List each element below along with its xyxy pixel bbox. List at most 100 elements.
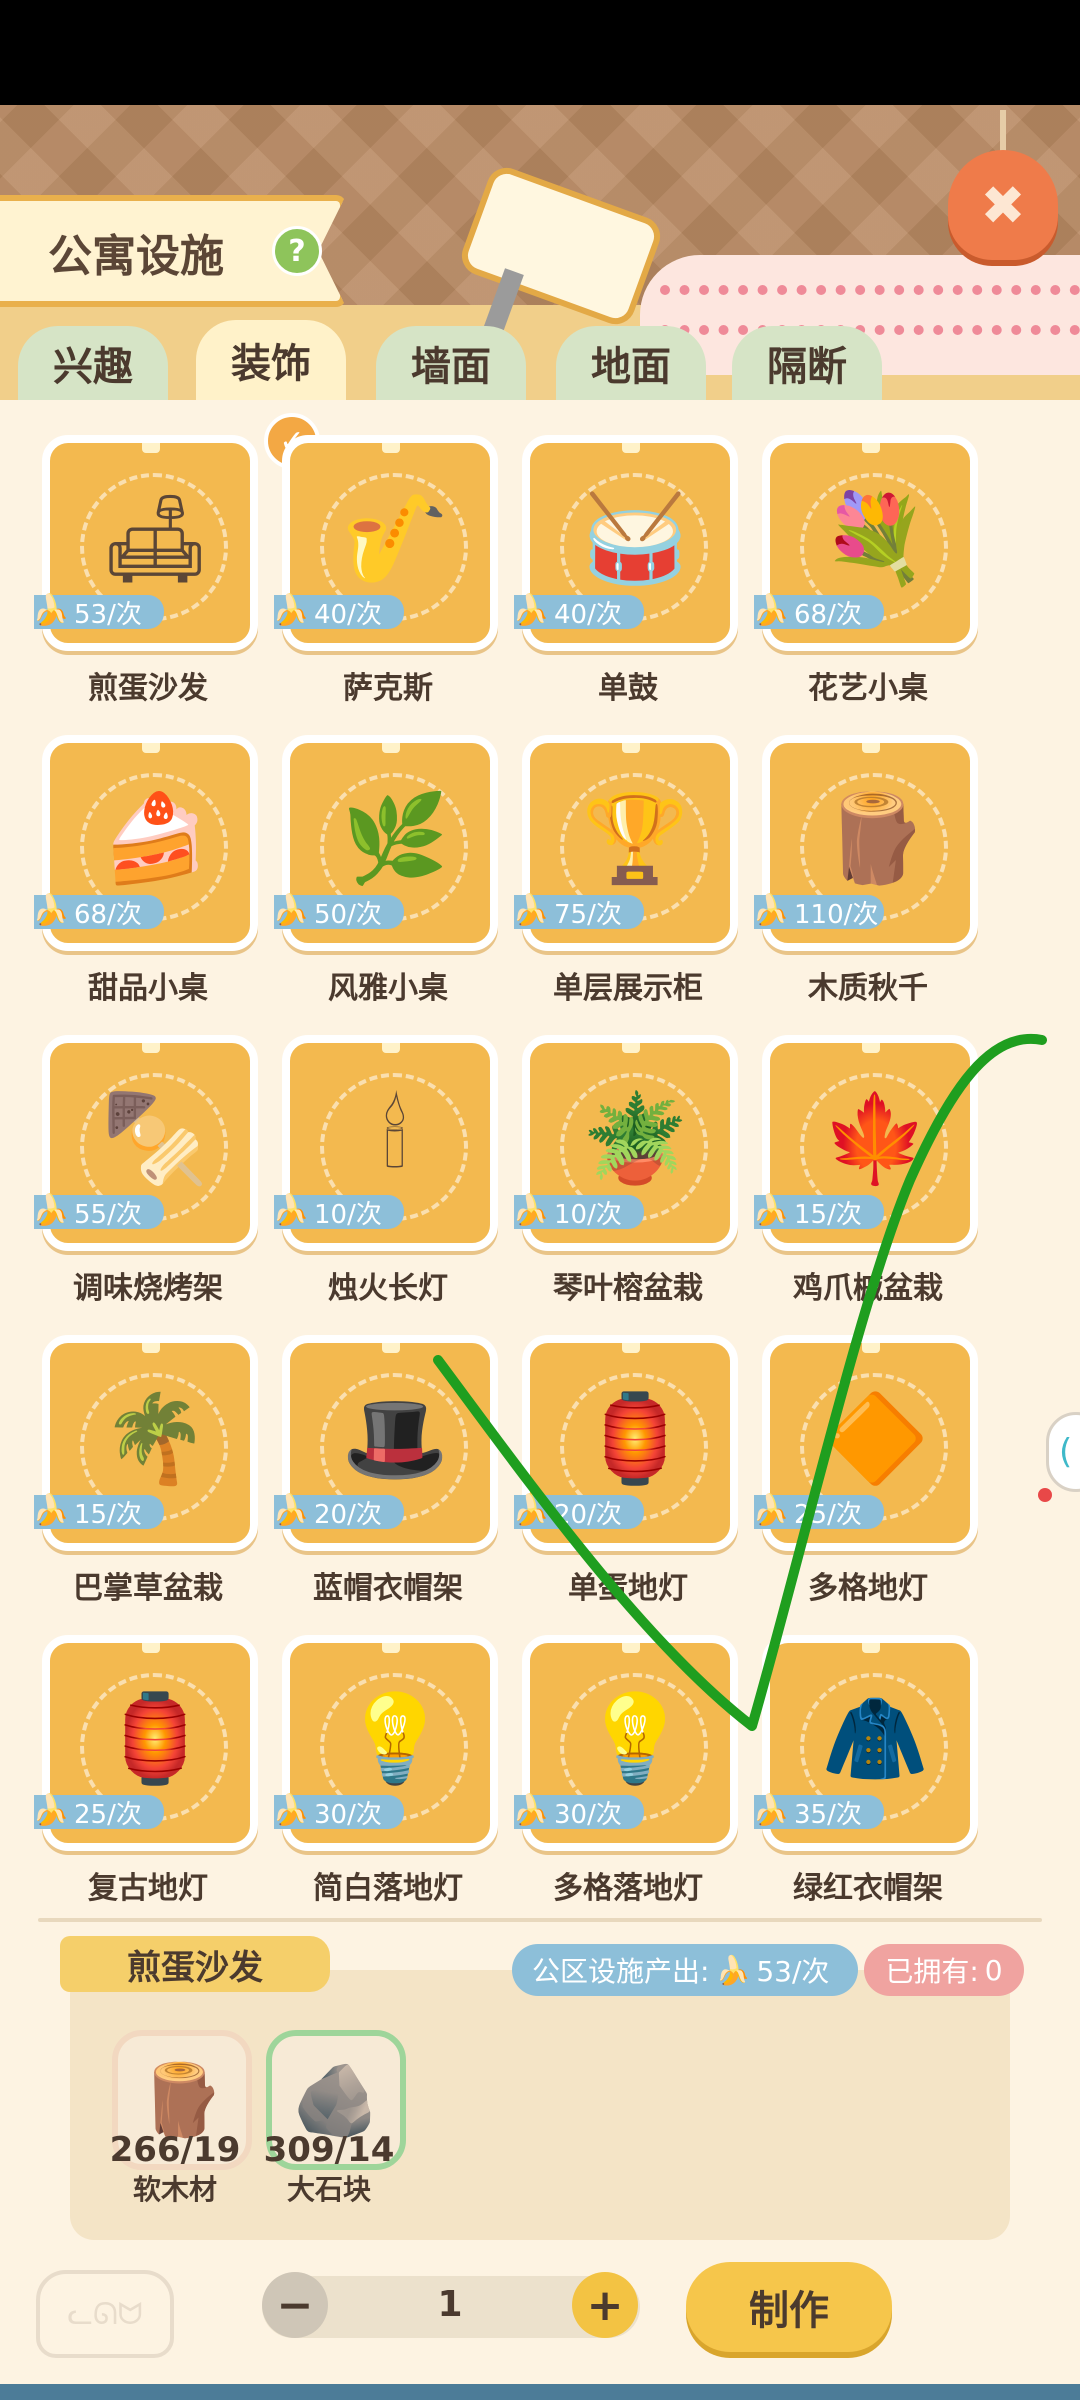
item-name: 多格落地灯 [553,1871,703,1906]
increase-button[interactable]: + [572,2272,638,2338]
item-name: 煎蛋沙发 [88,671,208,706]
item-card[interactable]: 💡 30/次 🍌 多格落地灯 [512,1635,758,1935]
item-card[interactable]: 🪴 10/次 🍌 琴叶榕盆栽 [512,1035,758,1335]
item-name: 琴叶榕盆栽 [553,1271,703,1306]
item-icon: 🍁 [821,1088,929,1189]
tile-pin [382,1643,400,1653]
banana-icon: 🍌 [272,893,310,928]
item-icon: 🥁 [581,488,689,589]
tile-pin [862,1043,880,1053]
item-card[interactable]: 🛋53/次🍌煎蛋沙发✓ [32,413,320,735]
item-card[interactable]: 🏮 20/次 🍌 单蛋地灯 [512,1335,758,1635]
item-card[interactable]: 🌿 50/次 🍌 风雅小桌 [272,735,518,1035]
item-name: 调味烧烤架 [73,1271,223,1306]
item-name: 多格地灯 [808,1571,928,1606]
status-bar [0,0,1080,105]
tab-floor[interactable]: 地面 [556,326,706,400]
tile-pin [862,1343,880,1353]
make-button[interactable]: 制作 [686,2262,892,2352]
banana-icon: 🍌 [32,893,70,928]
item-icon: 🛋 [100,488,210,589]
banana-icon: 🍌 [512,893,550,928]
item-name: 烛火长灯 [328,1271,448,1306]
item-card[interactable]: 💐 68/次 🍌 花艺小桌 [752,435,998,735]
item-card[interactable]: 🎷 40/次 🍌 萨克斯 [272,435,518,735]
tab-interest[interactable]: 兴趣 [18,326,168,400]
output-badge: 公区设施产出: 🍌 53/次 [512,1944,858,1996]
item-name: 单蛋地灯 [568,1571,688,1606]
tile-pin [142,1643,160,1653]
owned-value: 0 [984,1953,1003,1987]
item-icon: 🏮 [101,1688,209,1789]
item-name: 木质秋千 [808,971,928,1006]
item-icon: 🪵 [821,788,929,889]
banana-icon: 🍌 [752,593,790,628]
item-card[interactable]: 🎩 20/次 🍌 蓝帽衣帽架 [272,1335,518,1635]
banana-icon: 🍌 [272,593,310,628]
item-card[interactable]: 🏆 75/次 🍌 单层展示柜 [512,735,758,1035]
tile-pin [142,1043,160,1053]
decrease-button[interactable]: − [262,2272,328,2338]
banana-icon: 🍌 [32,1793,70,1828]
item-icon: 🎩 [341,1388,449,1489]
item-card[interactable]: 🌴 15/次 🍌 巴掌草盆栽 [32,1335,278,1635]
item-card[interactable]: 🧥 35/次 🍌 绿红衣帽架 [752,1635,998,1935]
item-name: 蓝帽衣帽架 [313,1571,463,1606]
item-card[interactable]: 🪵 110/次 🍌 木质秋千 [752,735,998,1035]
owned-label: 已拥有: [885,1955,979,1988]
item-icon: 🎷 [341,488,449,589]
tab-partition[interactable]: 隔断 [732,326,882,400]
item-name: 单鼓 [598,671,658,706]
bottom-band [0,2384,1080,2400]
item-card[interactable]: 🍰 68/次 🍌 甜品小桌 [32,735,278,1035]
tab-decoration[interactable]: 装饰 [196,320,346,400]
item-name: 风雅小桌 [328,971,448,1006]
tile-pin [622,1643,640,1653]
item-name: 萨克斯 [343,671,433,706]
divider [38,1918,1042,1922]
tile-pin [622,743,640,753]
output-value: 53/次 [756,1955,830,1988]
side-float-button[interactable]: ( [1046,1412,1080,1492]
item-card[interactable]: 💡 30/次 🍌 简白落地灯 [272,1635,518,1935]
material-name: 软木材 [132,2173,217,2206]
tab-wall[interactable]: 墙面 [376,326,526,400]
item-list-panel: 🛋53/次🍌煎蛋沙发✓🎷40/次🍌萨克斯🥁40/次🍌单鼓💐68/次🍌花艺小桌🍰6… [0,400,1080,1906]
tile-pin [382,743,400,753]
item-card[interactable]: 🏮 25/次 🍌 复古地灯 [32,1635,278,1935]
cat-watermark-icon: ᓚᘏᗢ [36,2270,174,2358]
item-card[interactable]: 🍁 15/次 🍌 鸡爪槭盆栽 [752,1035,998,1335]
item-name: 花艺小桌 [808,671,928,706]
banana-icon: 🍌 [32,1193,70,1228]
tile-pin [142,443,160,453]
owned-badge: 已拥有: 0 [864,1944,1024,1996]
item-icon: 💡 [581,1688,689,1789]
item-name: 复古地灯 [88,1871,208,1906]
banana-icon: 🍌 [752,1193,790,1228]
item-card[interactable]: 🥁 40/次 🍌 单鼓 [512,435,758,735]
banana-icon: 🍌 [512,1793,550,1828]
banana-icon: 🍌 [512,1193,550,1228]
close-button[interactable]: ✖ [948,150,1058,260]
item-card[interactable]: 🍢 55/次 🍌 调味烧烤架 [32,1035,278,1335]
item-card[interactable]: 🕯 10/次 🍌 烛火长灯 [272,1035,518,1335]
tile-pin [382,1043,400,1053]
tile-pin [622,1043,640,1053]
item-icon: 🍰 [101,788,209,889]
material-count: 266/19 [109,2130,241,2170]
material-count: 309/14 [263,2130,395,2170]
item-name: 简白落地灯 [313,1871,463,1906]
item-card[interactable]: 🔶 25/次 🍌 多格地灯 [752,1335,998,1635]
item-name: 鸡爪槭盆栽 [793,1271,943,1306]
banana-icon: 🍌 [752,1793,790,1828]
tile-pin [862,1643,880,1653]
tile-pin [142,743,160,753]
tile-pin [862,743,880,753]
banana-icon: 🍌 [32,593,70,628]
help-icon[interactable]: ? [272,226,322,276]
tile-pin [142,1343,160,1353]
item-name: 单层展示柜 [553,971,703,1006]
selected-item-name: 煎蛋沙发 [60,1936,330,1992]
item-name: 绿红衣帽架 [793,1871,943,1906]
quantity-value: 1 [437,2284,463,2325]
